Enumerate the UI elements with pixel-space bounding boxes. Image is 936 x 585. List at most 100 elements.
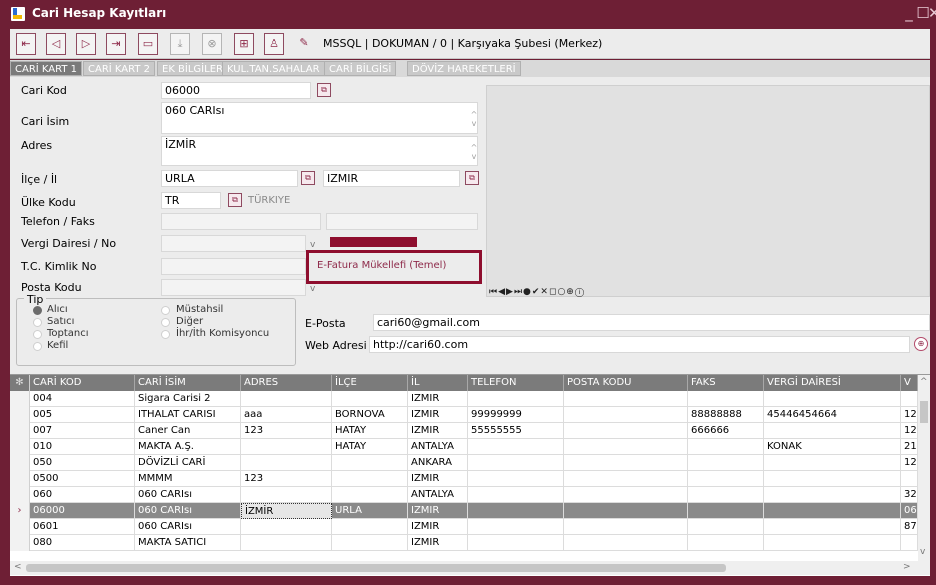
lookup-icon[interactable]: ⧉ — [465, 171, 479, 185]
cell-adres[interactable]: 123 — [241, 471, 332, 487]
horizontal-scrollbar[interactable]: < > — [10, 561, 930, 575]
radio-toptanci[interactable] — [33, 330, 42, 339]
cell-cari-isim[interactable]: 060 CARIsı — [135, 519, 241, 535]
table-row[interactable]: 060 060 CARIsı ANTALYA 32 — [10, 487, 918, 503]
cell-il[interactable]: ANTALYA — [408, 487, 468, 503]
row-indicator[interactable] — [10, 535, 30, 551]
radio-ihr-ith[interactable] — [161, 330, 170, 339]
column-header-cari-kod[interactable]: CARİ KOD — [30, 375, 135, 391]
radio-mustahsil[interactable] — [161, 306, 170, 315]
tab-cari-kart-2[interactable]: CARİ KART 2 — [83, 61, 155, 76]
cell-posta-kodu[interactable] — [564, 519, 688, 535]
cell-faks[interactable] — [688, 455, 764, 471]
cell-vergi-dairesi[interactable] — [764, 423, 901, 439]
scroll-thumb[interactable] — [920, 401, 928, 423]
efatura-dropdown[interactable]: E-Fatura Mükellefi (Temel) — [306, 250, 482, 284]
chevron-down-icon[interactable]: v — [310, 240, 315, 250]
cell-il[interactable]: IZMIR — [408, 407, 468, 423]
cell-cari-kod[interactable]: 06000 — [30, 503, 135, 519]
radio-satici[interactable] — [33, 318, 42, 327]
cell-ilce[interactable]: BORNOVA — [332, 407, 408, 423]
cell-cari-isim[interactable]: MAKTA SATICI — [135, 535, 241, 551]
cell-faks[interactable] — [688, 519, 764, 535]
table-row[interactable]: 050 DÖVİZLİ CARİ ANKARA 12 — [10, 455, 918, 471]
cell-il[interactable]: IZMIR — [408, 503, 468, 519]
cancel-button[interactable]: ⊗ — [202, 33, 222, 55]
chevron-left-icon[interactable]: < — [14, 562, 22, 572]
globe-icon[interactable]: ⊕ — [914, 337, 928, 351]
cell-vergi-no[interactable] — [901, 471, 918, 487]
scroll-thumb[interactable] — [26, 564, 726, 572]
cell-il[interactable]: IZMIR — [408, 471, 468, 487]
cell-posta-kodu[interactable] — [564, 503, 688, 519]
cell-cari-isim[interactable]: 060 CARIsı — [135, 487, 241, 503]
cell-ilce[interactable] — [332, 519, 408, 535]
cell-vergi-dairesi[interactable] — [764, 503, 901, 519]
cell-telefon[interactable] — [468, 455, 564, 471]
column-header-ilce[interactable]: İLÇE — [332, 375, 408, 391]
cell-cari-isim[interactable]: Sigara Carisi 2 — [135, 391, 241, 407]
posta-kodu-input[interactable] — [161, 279, 306, 296]
row-indicator[interactable] — [10, 519, 30, 535]
row-indicator[interactable] — [10, 471, 30, 487]
cell-faks[interactable]: 666666 — [688, 423, 764, 439]
lookup-icon[interactable]: ⧉ — [301, 171, 315, 185]
cell-vergi-dairesi[interactable] — [764, 391, 901, 407]
tab-cari-bilgisi[interactable]: CARİ BİLGİSİ — [324, 61, 397, 76]
close-icon[interactable]: ✕ — [928, 3, 936, 23]
cari-isim-input[interactable]: 060 CARIsı — [161, 102, 478, 134]
cell-cari-isim[interactable]: ITHALAT CARISI — [135, 407, 241, 423]
column-header-cari-isim[interactable]: CARİ İSİM — [135, 375, 241, 391]
cell-vergi-dairesi[interactable] — [764, 535, 901, 551]
cell-telefon[interactable] — [468, 535, 564, 551]
cell-vergi-no[interactable]: 12 — [901, 423, 918, 439]
cell-cari-kod[interactable]: 060 — [30, 487, 135, 503]
cell-il[interactable]: ANTALYA — [408, 439, 468, 455]
radio-kefil[interactable] — [33, 342, 42, 351]
cell-adres[interactable] — [241, 439, 332, 455]
cell-cari-kod[interactable]: 0601 — [30, 519, 135, 535]
media-nav-icons[interactable]: ⏮◀▶⏭●✔✕◻○⊕ⓘ — [489, 287, 585, 297]
cell-ilce[interactable]: URLA — [332, 503, 408, 519]
vergi-dairesi-select[interactable] — [161, 235, 306, 252]
web-input[interactable]: http://cari60.com — [369, 336, 910, 353]
cell-ilce[interactable] — [332, 455, 408, 471]
cell-cari-isim[interactable]: DÖVİZLİ CARİ — [135, 455, 241, 471]
adres-input[interactable]: İZMİR — [161, 136, 478, 166]
cell-posta-kodu[interactable] — [564, 455, 688, 471]
cell-posta-kodu[interactable] — [564, 471, 688, 487]
row-indicator[interactable] — [10, 407, 30, 423]
cell-faks[interactable] — [688, 391, 764, 407]
first-record-button[interactable]: ⇤ — [16, 33, 36, 55]
cari-kod-input[interactable]: 06000 — [161, 82, 311, 99]
cell-telefon[interactable]: 55555555 — [468, 423, 564, 439]
cell-vergi-no[interactable] — [901, 391, 918, 407]
cell-il[interactable]: ANKARA — [408, 455, 468, 471]
row-pointer-icon[interactable]: › — [10, 503, 30, 519]
cell-adres[interactable]: 123 — [241, 423, 332, 439]
cell-vergi-dairesi[interactable] — [764, 471, 901, 487]
vergi-no-input[interactable] — [330, 237, 417, 247]
row-indicator[interactable] — [10, 423, 30, 439]
chevron-down-icon[interactable]: v — [920, 547, 925, 557]
cell-posta-kodu[interactable] — [564, 487, 688, 503]
column-header-vergi-no[interactable]: V — [901, 375, 918, 391]
cell-il[interactable]: IZMIR — [408, 535, 468, 551]
cell-cari-kod[interactable]: 080 — [30, 535, 135, 551]
cell-telefon[interactable] — [468, 439, 564, 455]
new-record-button[interactable]: ▭ — [138, 33, 158, 55]
cell-faks[interactable] — [688, 439, 764, 455]
cell-adres[interactable] — [241, 391, 332, 407]
cell-cari-kod[interactable]: 005 — [30, 407, 135, 423]
row-indicator[interactable] — [10, 391, 30, 407]
prev-record-button[interactable]: ◁ — [46, 33, 66, 55]
scroll-arrows-icon[interactable]: ^ v — [469, 143, 479, 161]
table-row[interactable]: 007 Caner Can 123 HATAY IZMIR 55555555 666666 1… — [10, 423, 918, 439]
cell-telefon[interactable] — [468, 391, 564, 407]
cell-adres[interactable] — [241, 487, 332, 503]
table-row[interactable]: 0500 MMMM 123 IZMIR — [10, 471, 918, 487]
cell-vergi-no[interactable]: 21 — [901, 439, 918, 455]
efatura-option[interactable]: E-Fatura Mükellefi (Temel) — [317, 260, 446, 271]
cell-telefon[interactable] — [468, 487, 564, 503]
vertical-scrollbar[interactable]: ^ v — [918, 375, 930, 561]
